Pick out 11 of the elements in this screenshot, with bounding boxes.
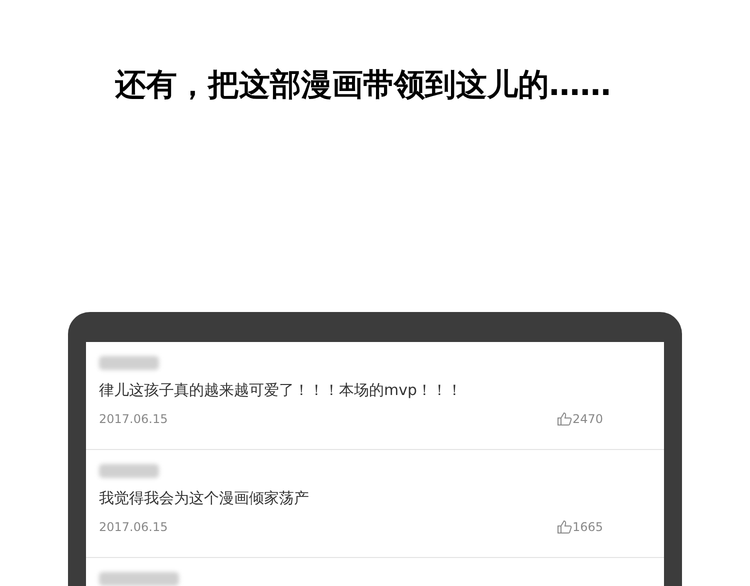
blurred-username bbox=[99, 356, 159, 370]
thumbs-up-icon bbox=[557, 520, 572, 534]
like-button[interactable]: 1665 bbox=[557, 518, 603, 536]
comment-text: 律儿这孩子真的越来越可爱了！！！本场的mvp！！！ bbox=[99, 380, 464, 401]
comment-date: 2017.06.15 bbox=[99, 518, 168, 536]
caption: 还有，把这部漫画带领到这儿的…… bbox=[115, 66, 612, 105]
thumbs-up-icon bbox=[557, 412, 572, 426]
blurred-username bbox=[99, 464, 159, 478]
like-button[interactable]: 2470 bbox=[557, 410, 603, 428]
comment-date: 2017.06.15 bbox=[99, 410, 168, 428]
comment-text: 我觉得我会为这个漫画倾家荡产 bbox=[99, 488, 310, 509]
